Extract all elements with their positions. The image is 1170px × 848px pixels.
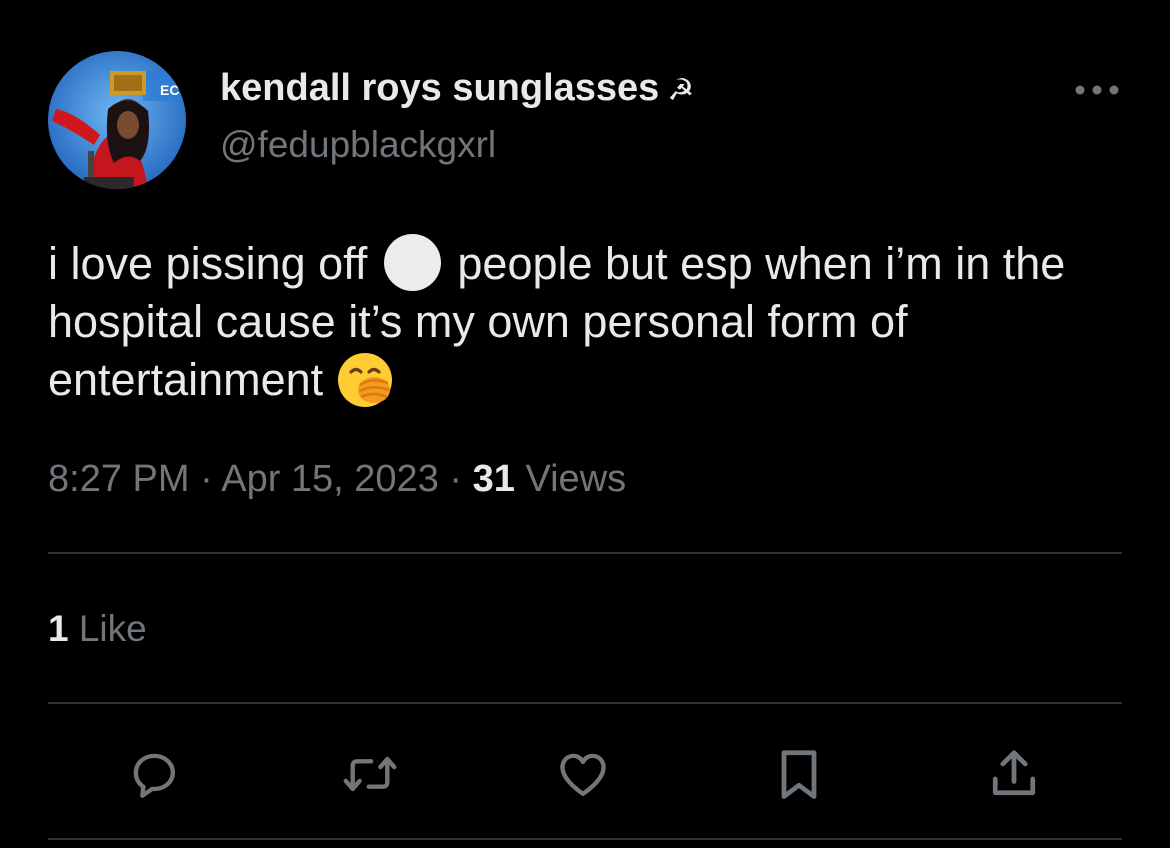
tweet-date[interactable]: Apr 15, 2023 xyxy=(221,458,439,500)
more-icon xyxy=(1075,85,1119,95)
tweet-text-part-1: i love pissing off xyxy=(48,238,368,289)
meta-separator: · xyxy=(200,458,213,500)
likes-summary[interactable]: 1 Like xyxy=(48,607,147,651)
display-name-text: kendall roys sunglasses xyxy=(220,67,660,109)
white-circle-emoji xyxy=(383,234,441,291)
avatar-image: EC xyxy=(48,51,186,189)
avatar[interactable]: EC xyxy=(48,51,186,189)
tweet-time[interactable]: 8:27 PM xyxy=(48,458,190,500)
reply-button[interactable] xyxy=(124,744,184,804)
tweet-meta: 8:27 PM · Apr 15, 2023 · 31 Views xyxy=(48,456,626,502)
heart-icon xyxy=(560,753,606,796)
bookmark-icon xyxy=(781,750,817,799)
user-handle[interactable]: @fedupblackgxrl xyxy=(220,123,496,167)
like-button[interactable] xyxy=(553,744,613,804)
likes-count: 1 xyxy=(48,608,69,649)
meta-separator: · xyxy=(449,458,463,500)
more-options-button[interactable] xyxy=(1072,82,1122,98)
views-count: 31 xyxy=(472,458,515,500)
divider xyxy=(48,552,1122,554)
views-label: Views xyxy=(525,458,627,500)
tweet-text: i love pissing off people but esp when i… xyxy=(48,234,1138,409)
face-with-hand-over-mouth-emoji xyxy=(337,353,392,407)
retweet-icon xyxy=(343,756,397,792)
bookmark-button[interactable] xyxy=(769,744,829,804)
reply-icon xyxy=(133,753,176,798)
divider xyxy=(48,702,1122,704)
divider xyxy=(48,838,1122,840)
hammer-sickle-symbol: ☭ xyxy=(667,74,695,107)
likes-label: Like xyxy=(78,608,147,649)
svg-text:EC: EC xyxy=(160,82,179,98)
display-name[interactable]: kendall roys sunglasses ☭ xyxy=(220,66,694,113)
retweet-button[interactable] xyxy=(340,744,400,804)
share-icon xyxy=(992,750,1036,796)
share-button[interactable] xyxy=(984,744,1044,804)
